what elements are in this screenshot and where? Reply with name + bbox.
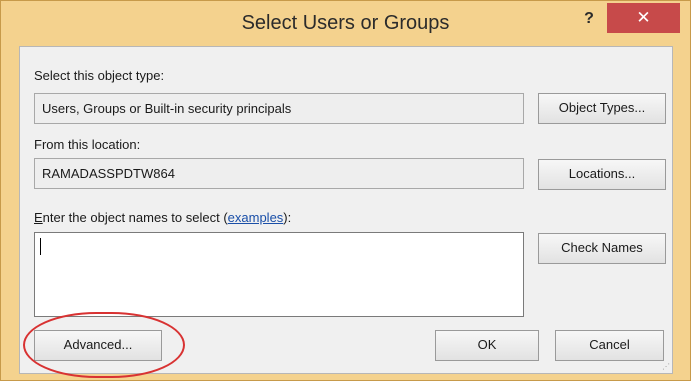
object-names-label: Enter the object names to select (exampl… bbox=[34, 210, 291, 225]
resize-grip-icon[interactable]: ⋰ bbox=[662, 363, 670, 371]
object-names-input[interactable] bbox=[34, 232, 524, 317]
object-names-label-text: nter the object names to select ( bbox=[42, 210, 228, 225]
mnemonic-e: E bbox=[34, 210, 43, 225]
advanced-button[interactable]: Advanced... bbox=[34, 330, 162, 361]
check-names-button[interactable]: Check Names bbox=[538, 233, 666, 264]
object-types-button[interactable]: Object Types... bbox=[538, 93, 666, 124]
help-icon[interactable]: ? bbox=[574, 7, 604, 31]
ok-button[interactable]: OK bbox=[435, 330, 539, 361]
location-label: From this location: bbox=[34, 137, 141, 152]
location-field: RAMADASSPDTW864 bbox=[34, 158, 524, 189]
cancel-button[interactable]: Cancel bbox=[555, 330, 664, 361]
close-icon[interactable]: ✕ bbox=[607, 3, 680, 33]
examples-link[interactable]: examples bbox=[228, 210, 284, 225]
title-bar: Select Users or Groups ? ✕ bbox=[1, 1, 690, 47]
locations-button[interactable]: Locations... bbox=[538, 159, 666, 190]
text-caret bbox=[40, 238, 41, 255]
object-type-label: Select this object type: bbox=[34, 68, 165, 83]
select-users-dialog: Select Users or Groups ? ✕ Select this o… bbox=[0, 0, 691, 381]
object-type-field: Users, Groups or Built-in security princ… bbox=[34, 93, 524, 124]
dialog-body: Select this object type: Users, Groups o… bbox=[19, 46, 673, 374]
object-names-label-suffix: ): bbox=[283, 210, 292, 225]
